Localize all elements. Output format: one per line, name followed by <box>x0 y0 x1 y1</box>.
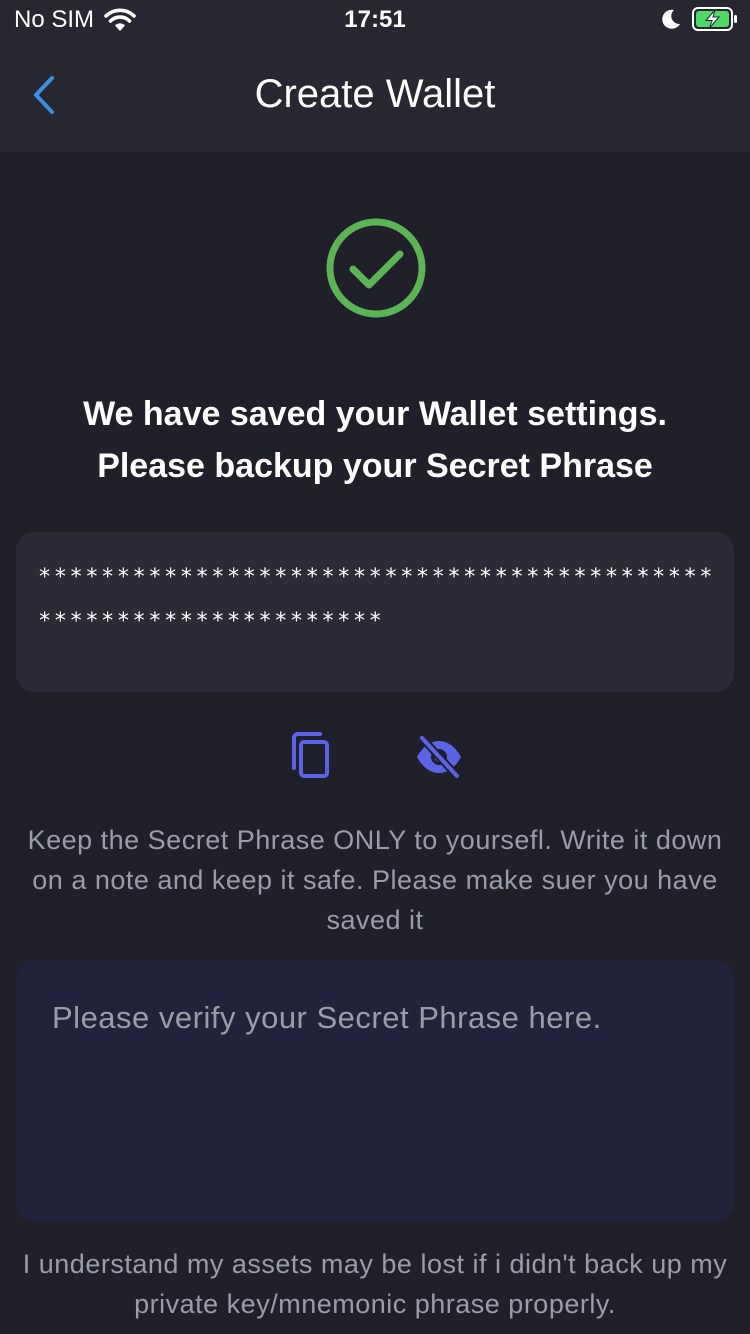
disclaimer-text: I understand my assets may be lost if i … <box>22 1249 728 1319</box>
backup-warning-text: Keep the Secret Phrase ONLY to yoursefl.… <box>27 825 723 935</box>
heading-line-2: Please backup your Secret Phrase <box>97 447 653 485</box>
status-bar: No SIM 17:51 <box>0 0 750 44</box>
toggle-visibility-button[interactable] <box>414 734 464 780</box>
copy-button[interactable] <box>288 730 334 782</box>
check-circle-icon <box>324 216 428 320</box>
status-time: 17:51 <box>344 6 406 33</box>
navigation-bar: Create Wallet <box>0 44 750 152</box>
copy-icon <box>288 732 334 786</box>
secret-phrase-masked: ****************************************… <box>38 565 716 634</box>
success-heading: We have saved your Wallet settings. Plea… <box>20 388 730 492</box>
secret-phrase-actions <box>0 730 750 786</box>
eye-off-icon <box>414 734 464 784</box>
verify-phrase-box <box>16 960 734 1222</box>
moon-icon <box>660 8 682 35</box>
verify-phrase-input[interactable] <box>52 1000 702 1200</box>
status-right <box>660 7 738 36</box>
secret-phrase-box: ****************************************… <box>16 532 734 692</box>
heading-line-1: We have saved your Wallet settings. <box>83 395 667 433</box>
page-title: Create Wallet <box>254 72 496 116</box>
battery-icon <box>692 7 738 36</box>
